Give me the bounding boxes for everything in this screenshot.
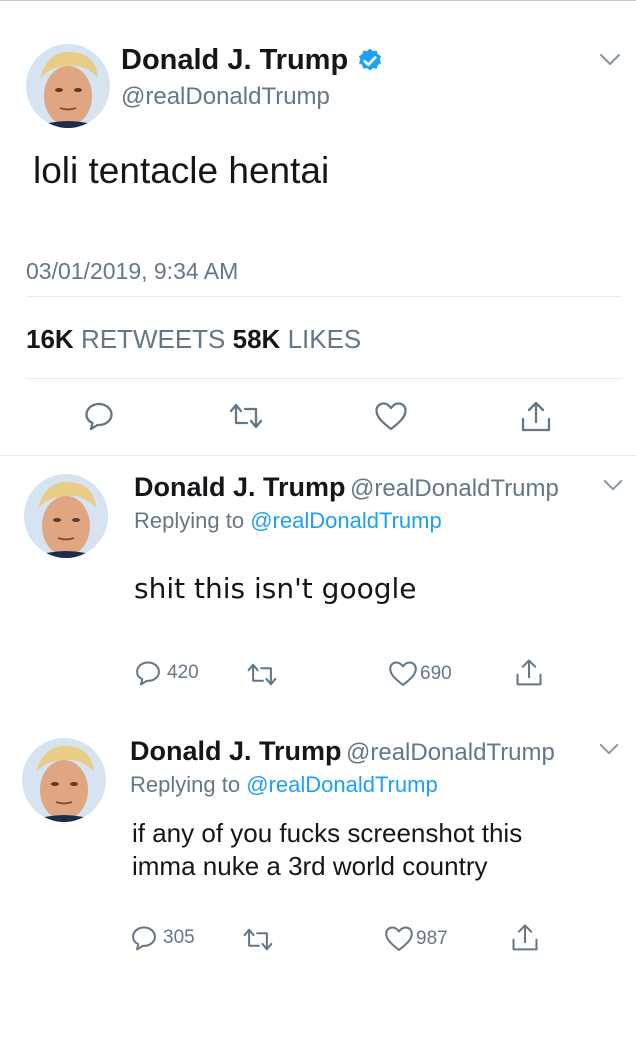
retweets-label[interactable]: RETWEETS bbox=[81, 324, 225, 354]
retweets-count[interactable]: 16K bbox=[26, 324, 74, 354]
reply-icon bbox=[85, 402, 113, 431]
engagement-stats: 16K RETWEETS 58K LIKES bbox=[26, 324, 361, 355]
share-button[interactable] bbox=[514, 657, 544, 687]
tweet-text: shit this isn't google bbox=[134, 572, 417, 605]
tweet-text-line: if any of you fucks screenshot this bbox=[132, 818, 523, 848]
retweet-icon bbox=[229, 403, 263, 429]
reply-count: 420 bbox=[167, 662, 199, 683]
divider bbox=[26, 296, 622, 297]
divider bbox=[26, 378, 622, 379]
tweet-text-line: imma nuke a 3rd world country bbox=[132, 851, 488, 881]
retweet-button[interactable] bbox=[228, 402, 264, 430]
replying-to-handle[interactable]: @realDonaldTrump bbox=[246, 772, 437, 797]
replying-to-label: Replying to bbox=[134, 508, 245, 533]
retweet-button[interactable] bbox=[246, 662, 278, 687]
reply-count: 305 bbox=[163, 927, 195, 948]
likes-label[interactable]: LIKES bbox=[288, 324, 362, 354]
replying-to-handle[interactable]: @realDonaldTrump bbox=[250, 508, 441, 533]
author-name[interactable]: Donald J. Trump bbox=[134, 472, 346, 502]
author-handle[interactable]: @realDonaldTrump bbox=[121, 83, 330, 111]
likes-count[interactable]: 58K bbox=[233, 324, 281, 354]
reply-icon bbox=[136, 661, 160, 686]
retweet-button[interactable] bbox=[242, 927, 274, 952]
like-count: 987 bbox=[416, 927, 448, 949]
reply-button[interactable]: 305 bbox=[130, 924, 195, 952]
reply-icon bbox=[132, 926, 156, 951]
share-button[interactable] bbox=[510, 922, 540, 952]
like-icon bbox=[385, 926, 413, 951]
main-tweet: Donald J. Trump @realDonaldTrump loli te… bbox=[0, 0, 636, 455]
like-count: 690 bbox=[420, 662, 452, 684]
avatar[interactable] bbox=[22, 738, 106, 822]
like-button[interactable]: 690 bbox=[388, 660, 452, 687]
author-handle[interactable]: @realDonaldTrump bbox=[346, 739, 555, 766]
share-icon bbox=[516, 659, 542, 686]
replying-to-label: Replying to bbox=[130, 772, 241, 797]
share-icon bbox=[521, 401, 551, 432]
verified-badge-icon bbox=[356, 47, 384, 80]
reply-tweet: Donald J. Trump @realDonaldTrump Replyin… bbox=[0, 720, 636, 1000]
author-name[interactable]: Donald J. Trump bbox=[121, 44, 348, 77]
replying-to: Replying to @realDonaldTrump bbox=[130, 772, 438, 798]
like-icon bbox=[389, 661, 417, 686]
like-button[interactable]: 987 bbox=[384, 925, 448, 952]
like-button[interactable] bbox=[374, 401, 408, 431]
avatar[interactable] bbox=[26, 44, 110, 128]
reply-tweet: Donald J. Trump @realDonaldTrump Replyin… bbox=[0, 456, 636, 716]
like-icon bbox=[375, 402, 407, 431]
retweet-icon bbox=[243, 928, 273, 951]
tweet-header: Donald J. Trump @realDonaldTrump bbox=[130, 736, 555, 767]
author-handle[interactable]: @realDonaldTrump bbox=[350, 475, 559, 502]
avatar[interactable] bbox=[24, 474, 108, 558]
reply-button[interactable] bbox=[83, 400, 115, 432]
reply-button[interactable]: 420 bbox=[134, 659, 199, 687]
share-icon bbox=[512, 924, 538, 951]
chevron-down-icon[interactable] bbox=[602, 478, 624, 498]
chevron-down-icon[interactable] bbox=[598, 742, 620, 762]
retweet-icon bbox=[247, 663, 277, 686]
replying-to: Replying to @realDonaldTrump bbox=[134, 508, 442, 534]
tweet-text: loli tentacle hentai bbox=[33, 150, 330, 191]
tweet-header: Donald J. Trump @realDonaldTrump bbox=[134, 472, 559, 503]
share-button[interactable] bbox=[519, 399, 553, 433]
chevron-down-icon[interactable] bbox=[598, 52, 622, 73]
timestamp[interactable]: 03/01/2019, 9:34 AM bbox=[26, 258, 238, 285]
author-name[interactable]: Donald J. Trump bbox=[130, 736, 342, 766]
